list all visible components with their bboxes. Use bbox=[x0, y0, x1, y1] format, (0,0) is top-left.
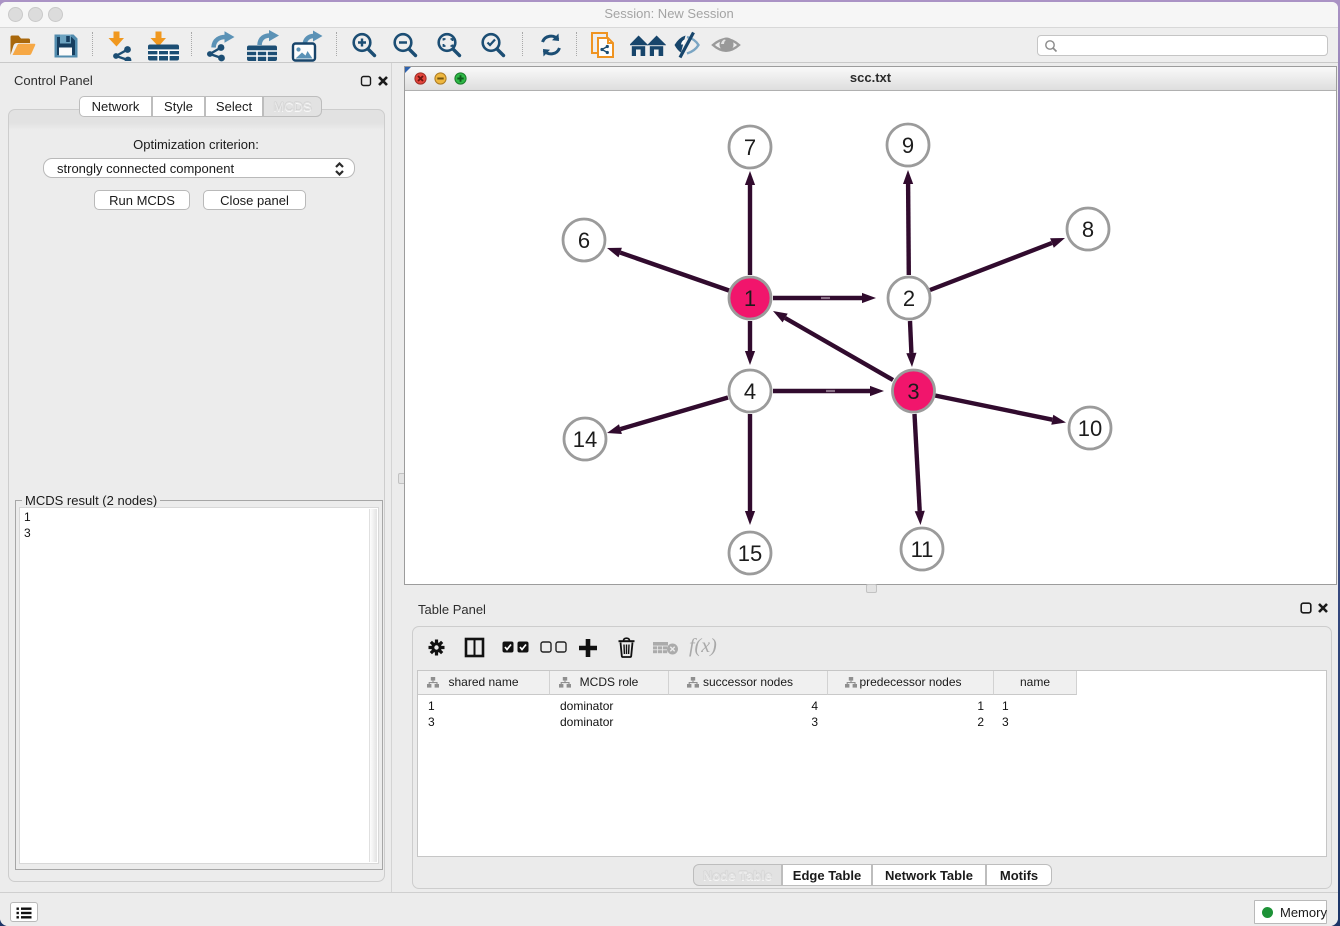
svg-text:3: 3 bbox=[907, 379, 919, 404]
svg-text:9: 9 bbox=[902, 133, 914, 158]
svg-text:7: 7 bbox=[744, 135, 756, 160]
svg-text:14: 14 bbox=[573, 427, 597, 452]
svg-text:6: 6 bbox=[578, 228, 590, 253]
svg-text:11: 11 bbox=[911, 537, 934, 562]
svg-text:4: 4 bbox=[744, 379, 756, 404]
svg-text:8: 8 bbox=[1082, 217, 1094, 242]
svg-text:1: 1 bbox=[744, 286, 756, 311]
svg-text:10: 10 bbox=[1078, 416, 1102, 441]
svg-text:15: 15 bbox=[738, 541, 762, 566]
svg-text:2: 2 bbox=[903, 286, 915, 311]
